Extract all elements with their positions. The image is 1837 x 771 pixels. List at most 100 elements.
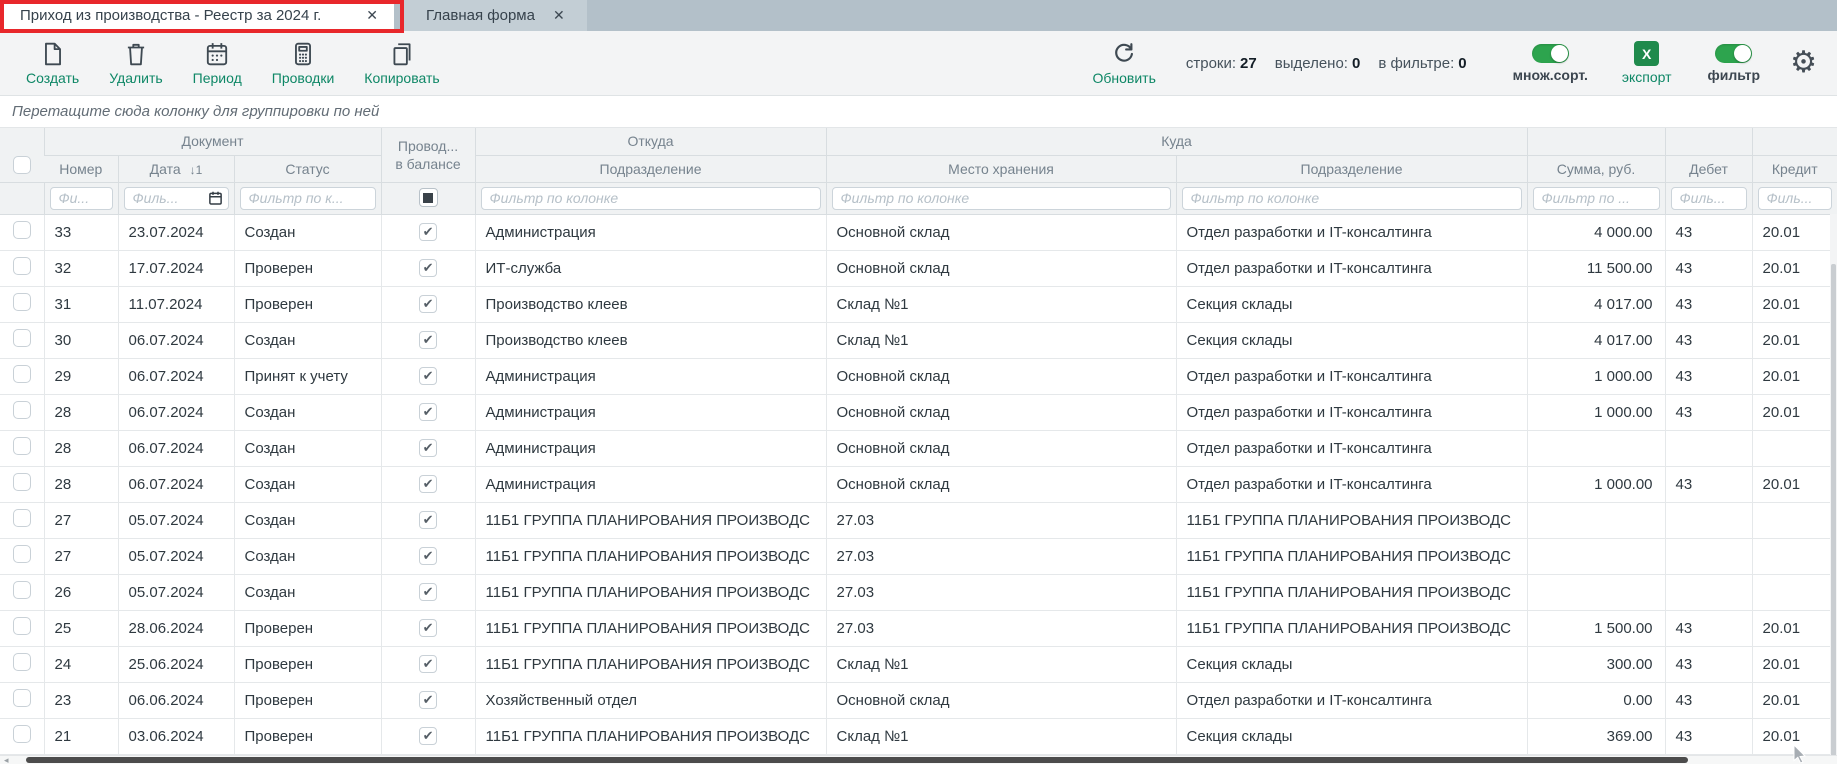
export-button[interactable]: X экспорт <box>1622 41 1672 85</box>
cell-storage: Склад №1 <box>826 286 1176 322</box>
delete-button[interactable]: Удалить <box>109 41 162 86</box>
tab-main-form[interactable]: Главная форма ✕ <box>404 0 587 31</box>
row-checkbox[interactable] <box>13 365 31 383</box>
table-row[interactable]: 2103.06.2024Проверен✔11Б1 ГРУППА ПЛАНИРО… <box>0 718 1837 754</box>
column-group-document[interactable]: Документ <box>44 128 381 155</box>
column-header-status[interactable]: Статус <box>234 155 381 182</box>
row-checkbox[interactable] <box>13 617 31 635</box>
posted-checkbox[interactable]: ✔ <box>419 403 437 421</box>
row-checkbox[interactable] <box>13 581 31 599</box>
period-button[interactable]: Период <box>193 41 242 86</box>
posted-checkbox[interactable]: ✔ <box>419 367 437 385</box>
posted-checkbox[interactable]: ✔ <box>419 691 437 709</box>
filter-status-input[interactable] <box>240 187 376 210</box>
cell-number: 28 <box>44 394 118 430</box>
posted-checkbox[interactable]: ✔ <box>419 295 437 313</box>
posted-checkbox[interactable]: ✔ <box>419 259 437 277</box>
row-checkbox[interactable] <box>13 689 31 707</box>
row-checkbox[interactable] <box>13 401 31 419</box>
row-checkbox[interactable] <box>13 509 31 527</box>
horizontal-scrollbar-thumb[interactable] <box>26 757 1688 763</box>
filter-storage-input[interactable] <box>832 187 1171 210</box>
row-checkbox[interactable] <box>13 293 31 311</box>
posted-checkbox[interactable]: ✔ <box>419 727 437 745</box>
row-checkbox[interactable] <box>13 257 31 275</box>
table-row[interactable]: 3006.07.2024Создан✔Производство клеевСкл… <box>0 322 1837 358</box>
column-header-number[interactable]: Номер <box>44 155 118 182</box>
tab-registry[interactable]: Приход из производства - Реестр за 2024 … <box>4 0 394 31</box>
filter-credit-input[interactable] <box>1758 187 1833 210</box>
multisort-toggle[interactable]: множ.сорт. <box>1513 44 1588 83</box>
table-row[interactable]: 2806.07.2024Создан✔АдминистрацияОсновной… <box>0 430 1837 466</box>
refresh-button[interactable]: Обновить <box>1092 41 1155 86</box>
row-checkbox[interactable] <box>13 329 31 347</box>
table-row[interactable]: 3111.07.2024Проверен✔Производство клеевС… <box>0 286 1837 322</box>
posted-checkbox[interactable]: ✔ <box>419 619 437 637</box>
cell-number: 29 <box>44 358 118 394</box>
column-header-sum[interactable]: Сумма, руб. <box>1527 155 1665 182</box>
cell-credit: 20.01 <box>1752 682 1837 718</box>
posted-checkbox[interactable]: ✔ <box>419 511 437 529</box>
column-group-to[interactable]: Куда <box>826 128 1527 155</box>
posted-checkbox[interactable]: ✔ <box>419 475 437 493</box>
table-row[interactable]: 2705.07.2024Создан✔11Б1 ГРУППА ПЛАНИРОВА… <box>0 538 1837 574</box>
column-header-date[interactable]: Дата↓1 <box>118 155 234 182</box>
cell-number: 33 <box>44 214 118 250</box>
column-header-storage[interactable]: Место хранения <box>826 155 1176 182</box>
row-checkbox[interactable] <box>13 473 31 491</box>
posted-filter-indeterminate-checkbox[interactable] <box>419 188 438 207</box>
close-icon[interactable]: ✕ <box>553 7 565 24</box>
toggle-on-icon[interactable] <box>1532 44 1569 63</box>
table-row[interactable]: 2806.07.2024Создан✔АдминистрацияОсновной… <box>0 466 1837 502</box>
filter-to-division-input[interactable] <box>1182 187 1522 210</box>
filter-from-division-input[interactable] <box>481 187 821 210</box>
filter-toggle[interactable]: фильтр <box>1708 44 1761 83</box>
table-row[interactable]: 2605.07.2024Создан✔11Б1 ГРУППА ПЛАНИРОВА… <box>0 574 1837 610</box>
table-row[interactable]: 2906.07.2024Принят к учету✔Администрация… <box>0 358 1837 394</box>
column-header-from-division[interactable]: Подразделение <box>475 155 826 182</box>
table-row[interactable]: 2528.06.2024Проверен✔11Б1 ГРУППА ПЛАНИРО… <box>0 610 1837 646</box>
scroll-left-arrow-icon[interactable]: ◂ <box>4 756 9 765</box>
filter-sum-input[interactable] <box>1533 187 1660 210</box>
row-checkbox[interactable] <box>13 653 31 671</box>
select-all-checkbox[interactable] <box>13 156 31 174</box>
cell-sum: 1 000.00 <box>1527 358 1665 394</box>
cell-storage: 27.03 <box>826 538 1176 574</box>
toggle-on-icon[interactable] <box>1715 44 1752 63</box>
gear-icon[interactable]: ⚙ <box>1790 48 1817 78</box>
column-header-credit[interactable]: Кредит <box>1752 155 1837 182</box>
table-row[interactable]: 3323.07.2024Создан✔АдминистрацияОсновной… <box>0 214 1837 250</box>
posted-checkbox[interactable]: ✔ <box>419 223 437 241</box>
table-row[interactable]: 2306.06.2024Проверен✔Хозяйственный отдел… <box>0 682 1837 718</box>
column-header-debit[interactable]: Дебет <box>1665 155 1752 182</box>
copy-button[interactable]: Копировать <box>364 41 439 86</box>
vertical-scrollbar[interactable] <box>1830 214 1837 764</box>
filter-number-input[interactable] <box>50 187 113 210</box>
posted-checkbox[interactable]: ✔ <box>419 583 437 601</box>
table-row[interactable]: 2425.06.2024Проверен✔11Б1 ГРУППА ПЛАНИРО… <box>0 646 1837 682</box>
horizontal-scrollbar[interactable]: ◂ <box>0 755 1837 764</box>
row-checkbox[interactable] <box>13 545 31 563</box>
column-header-posted[interactable]: Провод... в балансе <box>381 128 475 182</box>
table-row[interactable]: 2705.07.2024Создан✔11Б1 ГРУППА ПЛАНИРОВА… <box>0 502 1837 538</box>
filter-debit-input[interactable] <box>1671 187 1747 210</box>
row-checkbox[interactable] <box>13 221 31 239</box>
cell-from-division: 11Б1 ГРУППА ПЛАНИРОВАНИЯ ПРОИЗВОДС <box>475 538 826 574</box>
table-row[interactable]: 2806.07.2024Создан✔АдминистрацияОсновной… <box>0 394 1837 430</box>
close-icon[interactable]: ✕ <box>366 7 378 24</box>
table-row[interactable]: 3217.07.2024Проверен✔ИТ-службаОсновной с… <box>0 250 1837 286</box>
posted-checkbox[interactable]: ✔ <box>419 331 437 349</box>
column-header-to-division[interactable]: Подразделение <box>1176 155 1527 182</box>
row-checkbox[interactable] <box>13 725 31 743</box>
cell-date: 05.07.2024 <box>118 538 234 574</box>
posted-checkbox[interactable]: ✔ <box>419 547 437 565</box>
column-group-from[interactable]: Откуда <box>475 128 826 155</box>
cell-date: 06.07.2024 <box>118 430 234 466</box>
group-by-panel[interactable]: Перетащите сюда колонку для группировки … <box>0 96 1837 128</box>
posted-checkbox[interactable]: ✔ <box>419 655 437 673</box>
vertical-scrollbar-thumb[interactable] <box>1831 264 1836 764</box>
posted-checkbox[interactable]: ✔ <box>419 439 437 457</box>
postings-button[interactable]: Проводки <box>272 41 335 86</box>
create-button[interactable]: Создать <box>26 41 79 86</box>
row-checkbox[interactable] <box>13 437 31 455</box>
